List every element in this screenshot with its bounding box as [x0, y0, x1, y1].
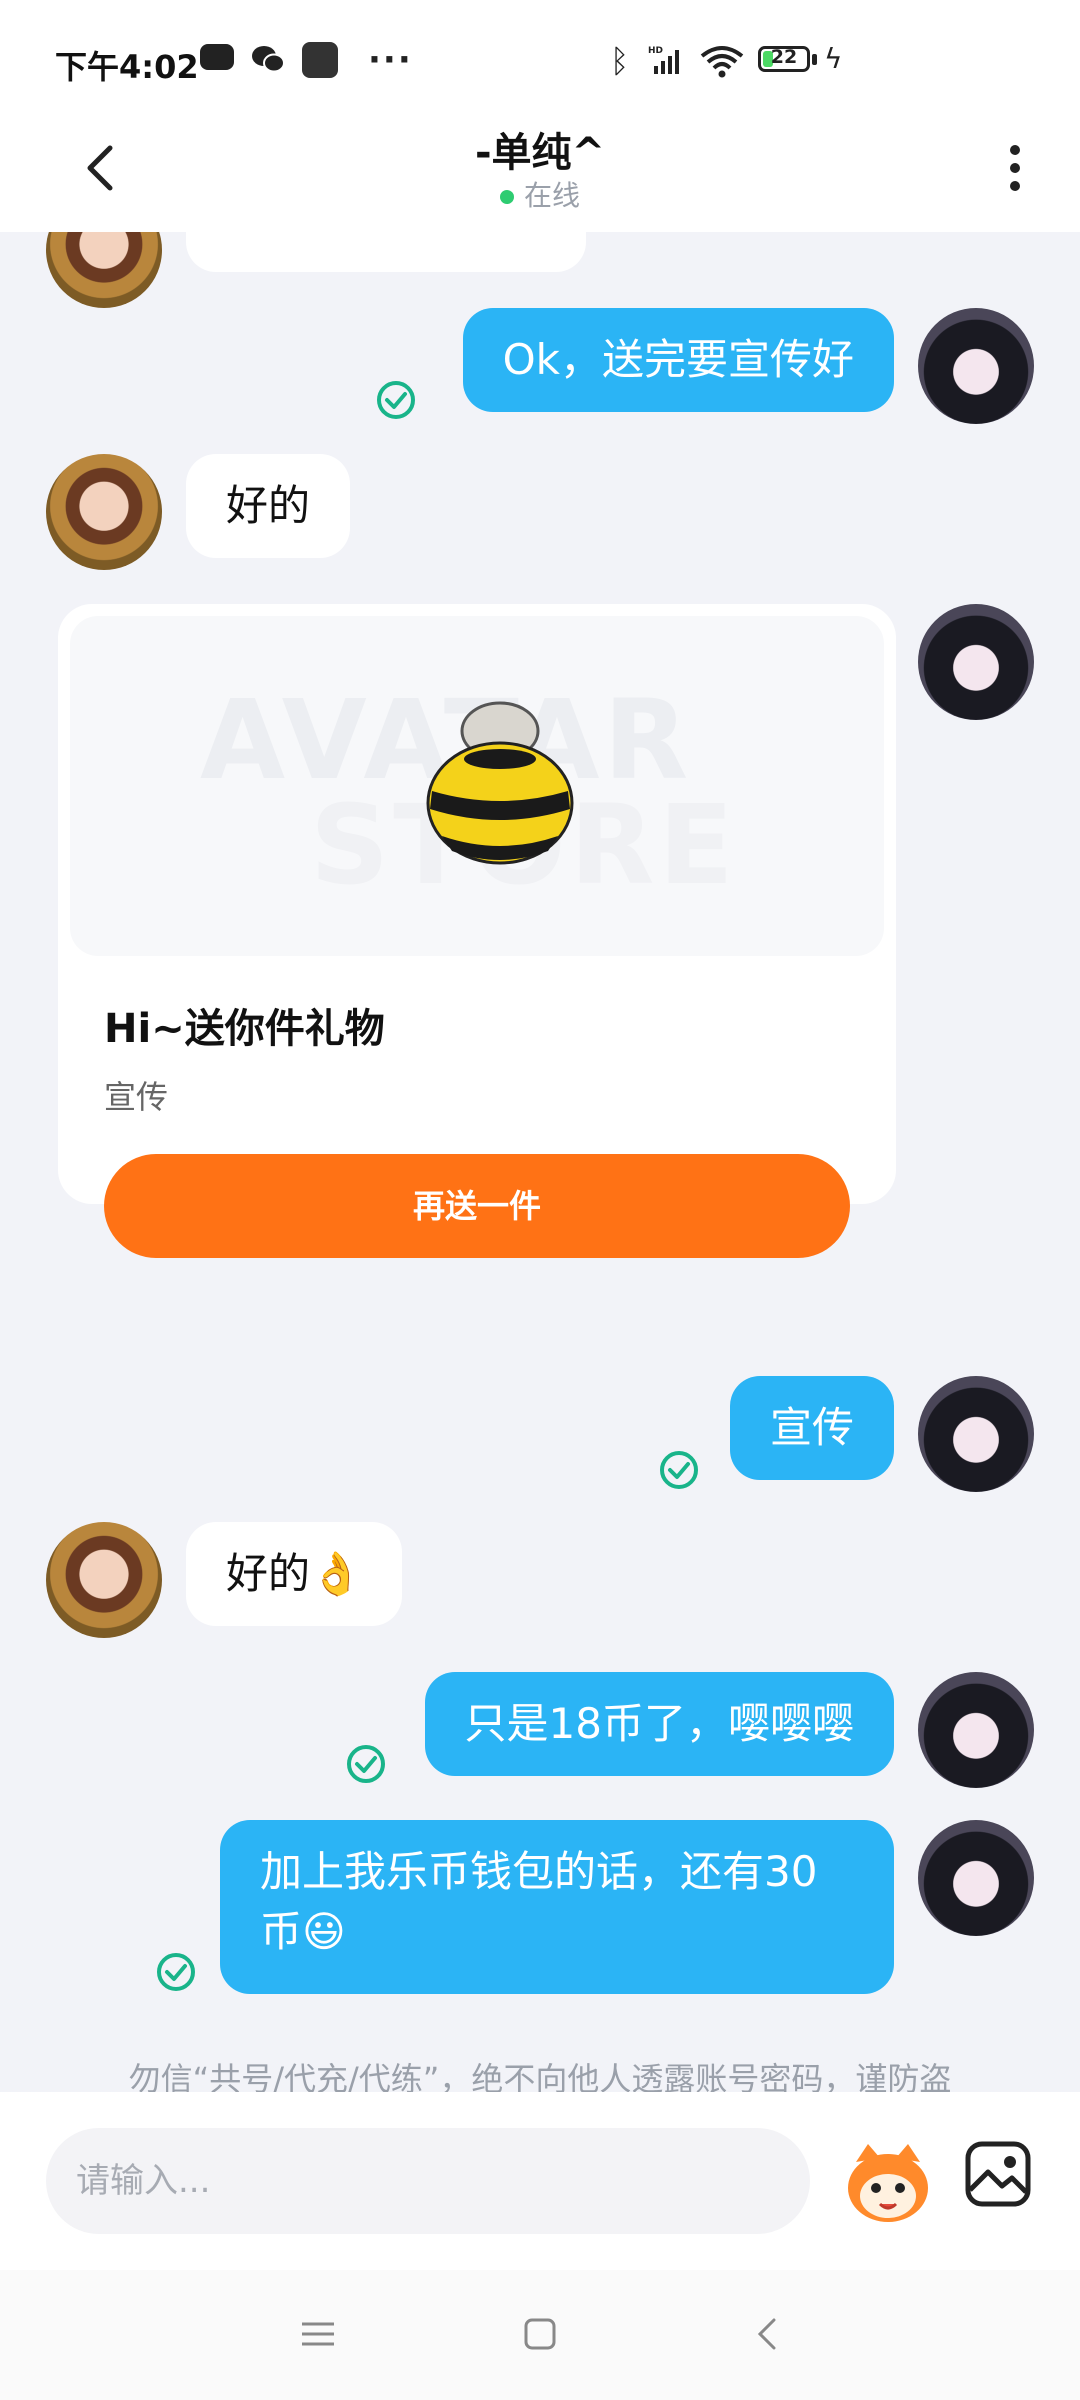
contact-avatar[interactable]: [46, 232, 162, 308]
online-dot-icon: [499, 190, 514, 204]
battery-icon: 22: [758, 46, 810, 72]
read-check-icon: [660, 1451, 698, 1489]
mascot-sticker-icon[interactable]: [838, 2132, 938, 2232]
message-bubble[interactable]: Ok，送完要宣传好: [462, 308, 894, 412]
online-status: 在线: [0, 174, 1080, 214]
message-bubble[interactable]: 好的: [186, 454, 351, 558]
battery-tip: [812, 54, 817, 65]
gift-image: AVATAR STORE: [70, 616, 884, 956]
back-nav-icon[interactable]: [746, 2312, 790, 2356]
contact-name: -单纯^: [474, 130, 606, 176]
read-check-icon: [157, 1953, 195, 1991]
status-time: 下午4:02: [55, 48, 199, 86]
image-picker-icon[interactable]: [962, 2138, 1034, 2210]
bee-plush-icon: [426, 701, 574, 865]
my-avatar[interactable]: [918, 1820, 1034, 1936]
read-check-icon: [347, 1745, 385, 1783]
more-vertical-icon[interactable]: [1002, 138, 1028, 198]
battery-level: 22: [770, 46, 798, 68]
home-nav-icon[interactable]: [518, 2312, 562, 2356]
contact-avatar[interactable]: [46, 454, 162, 570]
signal-icon: HD: [648, 46, 679, 74]
bluetooth-icon: ᛒ: [610, 42, 630, 80]
message-bubble[interactable]: 宣传: [729, 1376, 894, 1480]
message-bubble[interactable]: 好的👌: [186, 1522, 403, 1626]
gift-subtitle: 宣传: [104, 1078, 169, 1116]
charging-icon: ϟ: [824, 42, 843, 75]
send-another-button[interactable]: 再送一件: [104, 1154, 850, 1258]
online-status-text: 在线: [523, 179, 580, 212]
svg-text:HD: HD: [648, 46, 663, 56]
message-input[interactable]: [46, 2128, 810, 2234]
wechat-icon: [252, 46, 285, 73]
message-list[interactable]: Ok，送完要宣传好 好的 AVATAR STORE Hi~送你件礼物 宣传 再送…: [0, 232, 1080, 2092]
app-icon: [302, 42, 338, 78]
message-bubble[interactable]: 只是18币了，嘤嘤嘤: [424, 1672, 894, 1776]
message-bubble[interactable]: 加上我乐币钱包的话，还有30币😃: [220, 1820, 894, 1994]
system-nav-bar: [0, 2270, 1080, 2400]
wifi-icon: [700, 46, 744, 78]
chat-header: -单纯^ 在线: [0, 120, 1080, 232]
more-dots-icon: ···: [368, 40, 413, 80]
gift-title: Hi~送你件礼物: [104, 1006, 385, 1052]
read-check-icon: [377, 381, 415, 419]
my-avatar[interactable]: [918, 1376, 1034, 1492]
my-avatar[interactable]: [918, 1672, 1034, 1788]
safety-notice: 勿信“共号/代充/代练”，绝不向他人透露账号密码，谨防盗: [128, 2060, 952, 2092]
menu-nav-icon[interactable]: [296, 2312, 340, 2356]
contact-avatar[interactable]: [46, 1522, 162, 1638]
my-avatar[interactable]: [918, 308, 1034, 424]
my-avatar[interactable]: [918, 604, 1034, 720]
input-bar: [0, 2092, 1080, 2270]
status-bar: 下午4:02 ··· ᛒ HD 22 ϟ: [0, 0, 1080, 120]
gift-card[interactable]: AVATAR STORE Hi~送你件礼物 宣传 再送一件: [58, 604, 896, 1258]
message-bubble-partial: [186, 232, 586, 272]
game-icon: [200, 44, 234, 70]
